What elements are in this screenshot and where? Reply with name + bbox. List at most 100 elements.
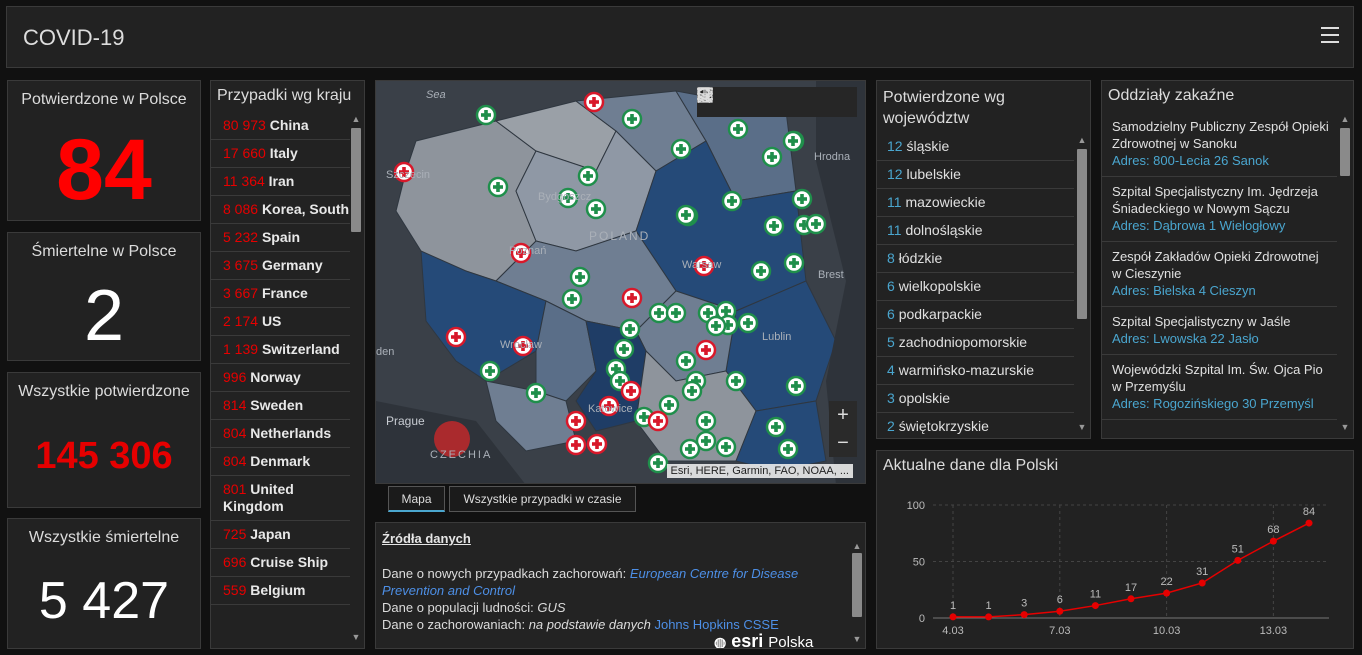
zoom-in-button[interactable]: + — [829, 401, 857, 429]
hamburger-menu-icon[interactable] — [1321, 27, 1339, 45]
ward-row[interactable]: Szpital Specjalistyczny w Jaśle Adres: Lw… — [1102, 307, 1337, 355]
country-row[interactable]: 725 Japan — [211, 521, 350, 549]
sources-scrollbar[interactable]: ▲ ▼ — [851, 541, 863, 644]
scroll-up-icon[interactable]: ▲ — [350, 114, 362, 124]
wards-scrollbar[interactable]: ▲ ▼ — [1339, 114, 1351, 432]
hospital-marker-icon[interactable] — [705, 315, 727, 337]
hospital-marker-icon[interactable] — [479, 360, 501, 382]
hospital-marker-icon[interactable] — [725, 370, 747, 392]
voivodeship-row[interactable]: 3 opolskie — [877, 385, 1074, 413]
hospital-marker-icon[interactable] — [675, 204, 697, 226]
voivodeship-row[interactable]: 6 wielkopolskie — [877, 273, 1074, 301]
scroll-thumb[interactable] — [852, 553, 862, 617]
countries-list[interactable]: 80 973 China 17 660 Italy 11 364 Iran 8 086… — [211, 112, 350, 605]
hospital-marker-icon[interactable] — [621, 108, 643, 130]
map-view[interactable]: Sea Szczecin Bydgoszcz POLAND Poznań War… — [375, 80, 866, 484]
scroll-down-icon[interactable]: ▼ — [851, 634, 863, 644]
confirmed-case-marker[interactable] — [583, 91, 605, 113]
hospital-marker-icon[interactable] — [675, 350, 697, 372]
hospital-marker-icon[interactable] — [783, 252, 805, 274]
hospital-marker-icon[interactable] — [805, 213, 827, 235]
ward-row[interactable]: Szpital Specjalistyczny Im. Jędrzeja Śni… — [1102, 177, 1337, 242]
hospital-marker-icon[interactable] — [577, 165, 599, 187]
country-row[interactable]: 80 973 China — [211, 112, 350, 140]
hospital-marker-icon[interactable] — [569, 266, 591, 288]
scroll-down-icon[interactable]: ▼ — [350, 632, 362, 642]
ward-row[interactable]: Wojewódzki Szpital Im. Św. Ojca Pio w Pr… — [1102, 355, 1337, 420]
voivodeship-row[interactable]: 12 śląskie — [877, 133, 1074, 161]
voivodeship-row[interactable]: 2 świętokrzyskie — [877, 413, 1074, 438]
ward-address[interactable]: Adres: Bielska 4 Cieszyn — [1112, 282, 1331, 299]
confirmed-case-marker[interactable] — [565, 434, 587, 456]
hospital-marker-icon[interactable] — [695, 410, 717, 432]
hospital-marker-icon[interactable] — [648, 302, 670, 324]
hospital-marker-icon[interactable] — [763, 215, 785, 237]
country-row[interactable]: 559 Belgium — [211, 577, 350, 605]
hospital-marker-icon[interactable] — [737, 312, 759, 334]
map-canvas[interactable] — [376, 81, 866, 484]
hospital-marker-icon[interactable] — [782, 130, 804, 152]
confirmed-case-marker[interactable] — [621, 287, 643, 309]
country-row[interactable]: 3 675 Germany — [211, 252, 350, 280]
scroll-down-icon[interactable]: ▼ — [1076, 422, 1088, 432]
ward-row[interactable]: Samodzielny Publiczny Zespół Opieki Zdro… — [1102, 112, 1337, 177]
country-row[interactable]: 696 Cruise Ship — [211, 549, 350, 577]
country-row[interactable]: 814 Sweden — [211, 392, 350, 420]
ward-address[interactable]: Adres: Rogozińskiego 30 Przemyśl — [1112, 395, 1331, 412]
hospital-marker-icon[interactable] — [475, 104, 497, 126]
countries-scrollbar[interactable]: ▲ ▼ — [350, 114, 362, 642]
country-row[interactable]: 5 232 Spain — [211, 224, 350, 252]
hospital-marker-icon[interactable] — [681, 380, 703, 402]
tab-wszystkie-przypadki[interactable]: Wszystkie przypadki w czasie — [449, 486, 636, 512]
hospital-marker-icon[interactable] — [525, 382, 547, 404]
scroll-down-icon[interactable]: ▼ — [1339, 422, 1351, 432]
hospital-marker-icon[interactable] — [679, 438, 701, 460]
jhu-link[interactable]: Johns Hopkins CSSE — [654, 617, 778, 632]
tab-mapa[interactable]: Mapa — [388, 486, 445, 512]
country-row[interactable]: 11 364 Iran — [211, 168, 350, 196]
country-row[interactable]: 996 Norway — [211, 364, 350, 392]
voivodeship-row[interactable]: 12 lubelskie — [877, 161, 1074, 189]
country-row[interactable]: 2 174 US — [211, 308, 350, 336]
voivodeship-row[interactable]: 4 warmińsko-mazurskie — [877, 357, 1074, 385]
voivodeship-row[interactable]: 5 zachodniopomorskie — [877, 329, 1074, 357]
confirmed-case-marker[interactable] — [620, 380, 642, 402]
hospital-marker-icon[interactable] — [765, 416, 787, 438]
scroll-up-icon[interactable]: ▲ — [1076, 135, 1088, 145]
basemap-gallery-icon[interactable] — [697, 87, 857, 117]
ward-row[interactable]: Zespół Zakładów Opieki Zdrowotnej w Cies… — [1102, 242, 1337, 307]
list-icon[interactable] — [697, 87, 793, 117]
hospital-marker-icon[interactable] — [613, 338, 635, 360]
country-row[interactable]: 8 086 Korea, South — [211, 196, 350, 224]
hospital-marker-icon[interactable] — [727, 118, 749, 140]
voivodeship-row[interactable]: 11 mazowieckie — [877, 189, 1074, 217]
confirmed-case-marker[interactable] — [695, 339, 717, 361]
hospital-marker-icon[interactable] — [487, 176, 509, 198]
scroll-up-icon[interactable]: ▲ — [1339, 114, 1351, 124]
ward-address[interactable]: Adres: Lwowska 22 Jasło — [1112, 330, 1331, 347]
hospital-marker-icon[interactable] — [561, 288, 583, 310]
country-row[interactable]: 17 660 Italy — [211, 140, 350, 168]
country-row[interactable]: 801 United Kingdom — [211, 476, 350, 521]
country-row[interactable]: 3 667 France — [211, 280, 350, 308]
voivodeship-row[interactable]: 8 łódzkie — [877, 245, 1074, 273]
voivodeship-row[interactable]: 11 dolnośląskie — [877, 217, 1074, 245]
country-row[interactable]: 804 Netherlands — [211, 420, 350, 448]
hospital-marker-icon[interactable] — [670, 138, 692, 160]
voivodeships-scrollbar[interactable]: ▲ ▼ — [1076, 135, 1088, 432]
confirmed-case-marker[interactable] — [565, 410, 587, 432]
ward-address[interactable]: Adres: 800-Lecia 26 Sanok — [1112, 152, 1331, 169]
voivodeships-list[interactable]: 12 śląskie 12 lubelskie 11 mazowieckie 11 d… — [877, 133, 1074, 438]
country-row[interactable]: 1 139 Switzerland — [211, 336, 350, 364]
hospital-marker-icon[interactable] — [785, 375, 807, 397]
hospital-marker-icon[interactable] — [750, 260, 772, 282]
hospital-marker-icon[interactable] — [715, 436, 737, 458]
hospital-marker-icon[interactable] — [619, 318, 641, 340]
bookmark-icon[interactable] — [698, 87, 761, 117]
hospital-marker-icon[interactable] — [658, 394, 680, 416]
confirmed-case-marker[interactable] — [586, 433, 608, 455]
confirmed-case-marker[interactable] — [445, 326, 467, 348]
hospital-marker-icon[interactable] — [647, 452, 669, 474]
hospital-marker-icon[interactable] — [791, 188, 813, 210]
hospital-marker-icon[interactable] — [777, 438, 799, 460]
